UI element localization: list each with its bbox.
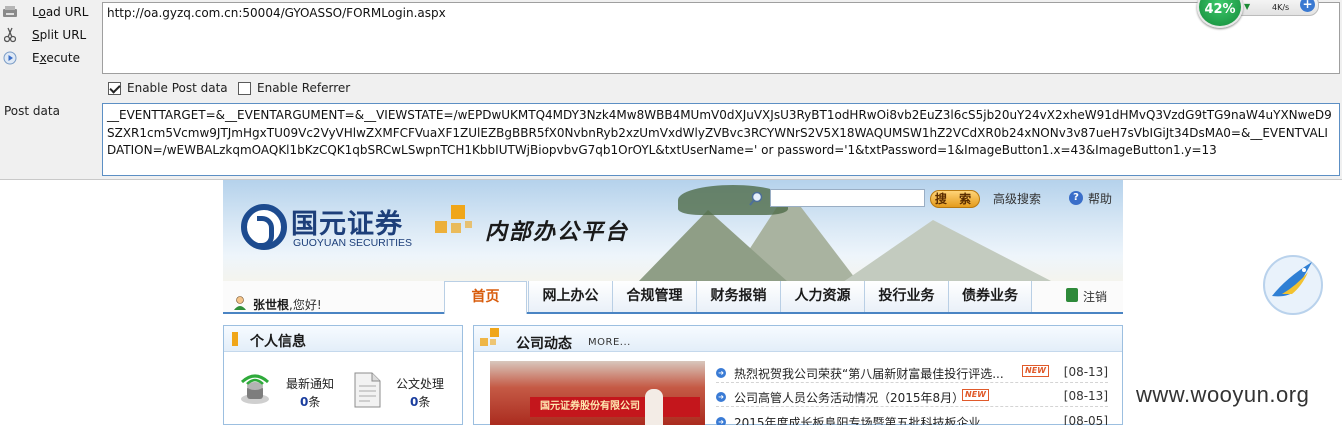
photo-banner-text: 国元证券股份有限公司 (530, 397, 700, 417)
guoyuan-logo-emblem (241, 204, 287, 250)
checkbox-unchecked-icon (238, 81, 251, 95)
doc-processing-count: 0条 (410, 395, 431, 409)
url-textarea[interactable]: http://oa.gyzq.com.cn:50004/GYOASSO/FORM… (102, 2, 1340, 74)
greeting-text: ,您好! (289, 298, 322, 312)
new-badge: NEW (962, 389, 989, 401)
split-url-button[interactable]: Split URL (0, 24, 86, 46)
bird-logo-icon (1262, 254, 1324, 316)
company-news-panel: 公司动态 MORE... 国元证券股份有限公司 ➜ 热烈祝贺我公司荣获“第八届新… (473, 325, 1123, 425)
post-data-textarea[interactable]: __EVENTTARGET=&__EVENTARGUMENT=&__VIEWST… (102, 103, 1340, 176)
checkbox-checked-icon (108, 81, 121, 95)
search-button[interactable]: 搜 索 (930, 190, 980, 208)
logo-chinese-name: 国元证券 (291, 209, 403, 240)
news-title[interactable]: 2015年度成长板阜阳专场暨第五批科技板企业 (734, 414, 981, 425)
news-date: [08-05] (1063, 414, 1108, 425)
enable-referrer-checkbox[interactable]: Enable Referrer (238, 81, 350, 95)
new-badge: NEW (1022, 365, 1049, 377)
platform-title: 内部办公平台 (485, 219, 630, 245)
personal-info-panel: 个人信息 最新通知 0条 公文处理 0条 (223, 325, 463, 425)
enable-post-checkbox[interactable]: Enable Post data (108, 81, 228, 95)
site-banner: 国元证券 GUOYUAN SECURITIES 内部办公平台 搜 索 高级搜索 … (223, 180, 1123, 281)
main-nav: 张世根,您好! 首页 网上办公 合规管理 财务报销 人力资源 投行业务 债券业务… (223, 281, 1123, 314)
latest-notice-label[interactable]: 最新通知 (286, 375, 334, 392)
search-icon (748, 191, 764, 207)
document-icon[interactable] (352, 372, 384, 408)
logout-icon[interactable] (1066, 288, 1078, 302)
tab-compliance[interactable]: 合规管理 (612, 281, 696, 312)
notice-speaker-icon[interactable] (238, 372, 270, 408)
post-data-label: Post data (4, 104, 60, 118)
news-title[interactable]: 公司高管人员公务活动情况（2015年8月） (734, 389, 964, 406)
enable-referrer-label: Enable Referrer (257, 81, 351, 95)
help-icon[interactable]: ? (1069, 191, 1083, 205)
arrow-bullet-icon: ➜ (716, 368, 726, 378)
user-icon (232, 295, 248, 311)
tab-finance[interactable]: 财务报销 (696, 281, 780, 312)
speed-text: 4K/s (1272, 3, 1290, 12)
execute-button[interactable]: Execute (0, 47, 80, 69)
advanced-search-link[interactable]: 高级搜索 (993, 190, 1041, 207)
network-speed-widget[interactable]: ▼ 4K/s + 42% (1193, 0, 1321, 28)
tab-investment-banking[interactable]: 投行业务 (864, 281, 948, 312)
user-name: 张世根 (253, 298, 290, 312)
logo-english-name: GUOYUAN SECURITIES (293, 237, 413, 249)
mountain-graphic (843, 220, 1053, 281)
tab-home[interactable]: 首页 (444, 281, 527, 314)
orange-bar-icon (232, 332, 240, 349)
help-link[interactable]: 帮助 (1088, 190, 1112, 207)
news-item[interactable]: ➜ 热烈祝贺我公司荣获“第八届新财富最佳投行评选... NEW [08-13] (716, 365, 1108, 383)
play-icon (0, 50, 20, 66)
hackbar-panel: Load URL Split URL Execute http://oa.gyz… (0, 0, 1342, 180)
company-news-title: 公司动态 (516, 336, 572, 352)
more-link[interactable]: MORE... (588, 337, 631, 348)
photo-person (645, 389, 663, 425)
tab-bonds[interactable]: 债券业务 (948, 281, 1032, 312)
scissors-icon (0, 27, 20, 43)
tab-online-office[interactable]: 网上办公 (528, 281, 612, 312)
arrow-bullet-icon: ➜ (716, 417, 726, 425)
load-url-button[interactable]: Load URL (0, 1, 88, 23)
mountain-graphic (638, 210, 788, 281)
plus-icon[interactable]: + (1300, 0, 1315, 12)
news-title[interactable]: 热烈祝贺我公司荣获“第八届新财富最佳投行评选... (734, 365, 1004, 382)
download-arrow-icon: ▼ (1244, 2, 1251, 11)
news-date: [08-13] (1063, 365, 1108, 379)
speed-percent-circle: 42% (1197, 0, 1243, 28)
doc-processing-label[interactable]: 公文处理 (396, 375, 444, 392)
search-input[interactable] (770, 189, 925, 207)
news-item[interactable]: ➜ 2015年度成长板阜阳专场暨第五批科技板企业 [08-05] (716, 414, 1108, 425)
news-date: [08-13] (1063, 389, 1108, 403)
load-url-icon (0, 4, 20, 20)
user-greeting: 张世根,您好! (253, 296, 322, 313)
news-item[interactable]: ➜ 公司高管人员公务活动情况（2015年8月） NEW [08-13] (716, 389, 1108, 407)
orange-squares-icon (480, 328, 502, 353)
news-photo[interactable]: 国元证券股份有限公司 (490, 361, 705, 425)
enable-post-label: Enable Post data (127, 81, 228, 95)
tab-hr[interactable]: 人力资源 (780, 281, 864, 312)
logout-link[interactable]: 注销 (1083, 288, 1107, 305)
latest-notice-count: 0条 (300, 395, 321, 409)
speed-box: ▼ 4K/s + (1237, 0, 1319, 16)
personal-info-title: 个人信息 (250, 334, 306, 350)
arrow-bullet-icon: ➜ (716, 392, 726, 402)
watermark-text: www.wooyun.org (1136, 382, 1310, 407)
logo-squares-icon (435, 205, 477, 247)
panel-header: 公司动态 MORE... (474, 326, 1122, 352)
panel-header: 个人信息 (224, 326, 462, 352)
